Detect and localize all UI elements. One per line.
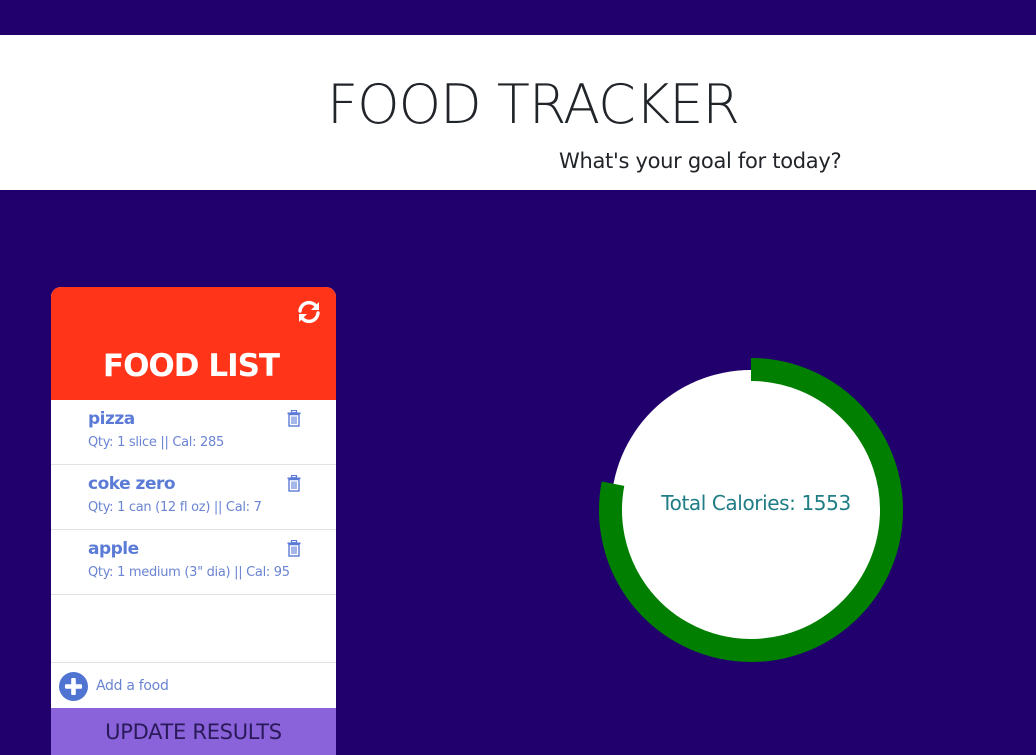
app-subtitle: What's your goal for today? <box>559 149 842 173</box>
add-food-link[interactable]: Add a food <box>96 676 169 696</box>
food-list: pizza Qty: 1 slice || Cal: 285 coke zero… <box>51 400 336 595</box>
food-detail: Qty: 1 can (12 fl oz) || Cal: 7 <box>88 500 262 515</box>
add-food-row: Add a food <box>51 662 336 709</box>
list-item[interactable]: coke zero Qty: 1 can (12 fl oz) || Cal: … <box>51 465 336 530</box>
food-name: pizza <box>88 409 135 429</box>
total-calories-label: Total Calories: 1553 <box>661 491 851 515</box>
trash-icon[interactable] <box>287 475 301 492</box>
food-detail: Qty: 1 slice || Cal: 285 <box>88 435 224 450</box>
trash-icon[interactable] <box>287 540 301 557</box>
food-name: coke zero <box>88 474 176 494</box>
top-bar <box>0 0 1036 35</box>
update-results-button[interactable]: UPDATE RESULTS <box>51 708 336 755</box>
header: FOOD TRACKER What's your goal for today? <box>0 35 1036 190</box>
list-item[interactable]: pizza Qty: 1 slice || Cal: 285 <box>51 400 336 465</box>
plus-circle-icon[interactable] <box>59 672 88 701</box>
trash-icon[interactable] <box>287 410 301 427</box>
food-list-title: FOOD LIST <box>102 348 280 384</box>
list-item[interactable]: apple Qty: 1 medium (3" dia) || Cal: 95 <box>51 530 336 595</box>
app-title: FOOD TRACKER <box>327 73 740 136</box>
refresh-icon[interactable] <box>296 299 322 325</box>
calorie-ring: Total Calories: 1553 <box>597 356 905 664</box>
food-detail: Qty: 1 medium (3" dia) || Cal: 95 <box>88 565 290 580</box>
food-list-panel: FOOD LIST pizza Qty: 1 slice || Cal: 285… <box>51 287 336 755</box>
food-list-header: FOOD LIST <box>51 287 336 400</box>
food-name: apple <box>88 539 139 559</box>
